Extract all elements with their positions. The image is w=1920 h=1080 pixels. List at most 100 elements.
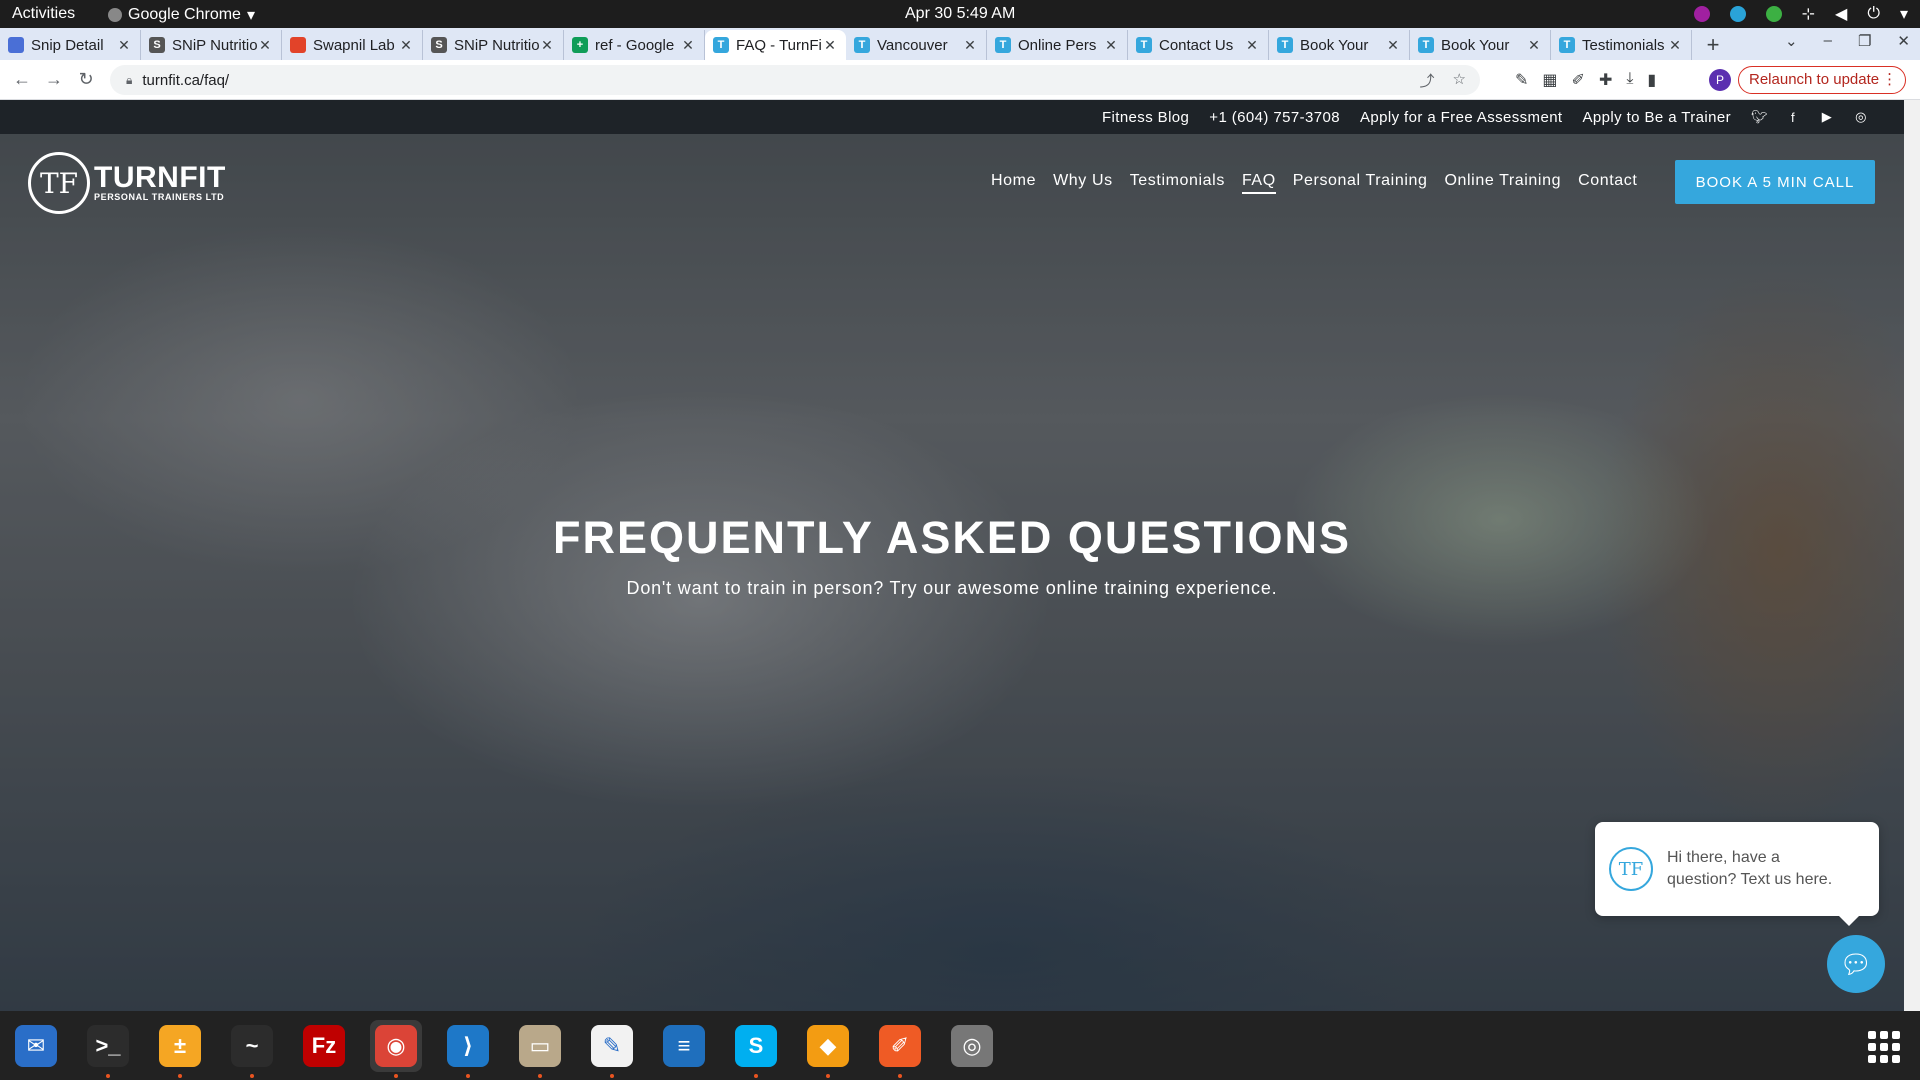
site-logo[interactable]: TF TURNFIT PERSONAL TRAINERS LTD [28, 152, 226, 214]
tab-favicon-icon: T [1136, 37, 1152, 53]
close-icon[interactable]: ✕ [116, 37, 132, 54]
lock-icon[interactable]: 🔒︎ [126, 73, 132, 88]
browser-tab[interactable]: T Testimonials ✕ [1551, 30, 1692, 60]
tab-title: Book Your [1300, 36, 1369, 54]
util-link-phone[interactable]: +1 (604) 757-3708 [1209, 109, 1340, 126]
browser-tab[interactable]: Swapnil Lab ✕ [282, 30, 423, 60]
social-links: 🐦︎ f ▶ ◎ [1751, 109, 1869, 125]
tab-search-icon[interactable]: ⌄ [1785, 32, 1798, 50]
system-tray[interactable]: ⊹ ◀ ⏻ ▾ [1693, 4, 1908, 24]
close-icon[interactable]: ✕ [1667, 37, 1683, 54]
util-link-blog[interactable]: Fitness Blog [1102, 109, 1189, 126]
vscode-icon[interactable]: ⟩ [442, 1020, 494, 1078]
util-link-apply-trainer[interactable]: Apply to Be a Trainer [1583, 109, 1731, 126]
restore-icon[interactable]: ❐ [1858, 32, 1871, 50]
close-icon[interactable]: ✕ [822, 37, 838, 54]
minimize-icon[interactable]: – [1824, 32, 1832, 50]
chat-open-button[interactable]: 💬︎ [1827, 935, 1885, 993]
browser-tab[interactable]: T Vancouver ✕ [846, 30, 987, 60]
profile-avatar[interactable]: P [1709, 69, 1731, 91]
close-icon[interactable]: ✕ [1526, 37, 1542, 54]
close-icon[interactable]: ✕ [398, 37, 414, 54]
clock[interactable]: Apr 30 5:49 AM [905, 5, 1015, 23]
skype-icon[interactable]: S [730, 1020, 782, 1078]
new-tab-icon[interactable]: + [1698, 30, 1728, 60]
util-link-assessment[interactable]: Apply for a Free Assessment [1360, 109, 1563, 126]
web-page: Fitness Blog +1 (604) 757-3708 Apply for… [0, 100, 1904, 1011]
tray-app-icon[interactable] [1693, 6, 1710, 22]
text-editor-icon[interactable]: ✎ [586, 1020, 638, 1078]
close-icon[interactable]: ✕ [1103, 37, 1119, 54]
browser-tab[interactable]: T Book Your ✕ [1410, 30, 1551, 60]
power-icon[interactable]: ⏻ [1867, 5, 1880, 23]
side-panel-icon[interactable]: ▮ [1647, 70, 1656, 90]
files-icon[interactable]: ▭ [514, 1020, 566, 1078]
facebook-icon[interactable]: f [1785, 110, 1801, 125]
calendar-extension-icon[interactable]: ▦ [1542, 70, 1557, 90]
nav-item-online-training[interactable]: Online Training [1444, 172, 1561, 194]
page-scrollbar[interactable] [1904, 100, 1920, 1011]
chevron-down-icon[interactable]: ▾ [1900, 4, 1908, 24]
extensions-puzzle-icon[interactable]: ✚ [1599, 70, 1612, 90]
twitter-icon[interactable]: 🐦︎ [1751, 109, 1768, 125]
download-icon[interactable]: ⤓ [1626, 70, 1633, 90]
nav-item-faq[interactable]: FAQ [1241, 172, 1276, 194]
eyedropper-icon[interactable]: ✎ [1515, 70, 1528, 90]
browser-tab[interactable]: Snip Detail ✕ [0, 30, 141, 60]
browser-tab[interactable]: T Contact Us ✕ [1128, 30, 1269, 60]
close-window-icon[interactable]: ✕ [1897, 32, 1910, 50]
calculator-icon[interactable]: ± [154, 1020, 206, 1078]
url-field[interactable]: 🔒︎ turnfit.ca/faq/ ⤴ ☆ [110, 65, 1480, 95]
close-icon[interactable]: ✕ [257, 37, 273, 54]
forward-icon[interactable]: → [38, 69, 70, 90]
tray-app-icon[interactable] [1729, 6, 1746, 22]
extensions-row: ✎ ▦ ✐ ✚ ⤓ ▮ [1515, 70, 1656, 90]
close-icon[interactable]: ✕ [539, 37, 555, 54]
tab-favicon-icon: T [995, 37, 1011, 53]
book-call-button[interactable]: BOOK A 5 MIN CALL [1675, 160, 1875, 204]
url-text[interactable]: turnfit.ca/faq/ [142, 72, 229, 89]
nav-item-testimonials[interactable]: Testimonials [1130, 172, 1225, 194]
network-icon[interactable]: ⊹ [1802, 4, 1815, 24]
youtube-icon[interactable]: ▶ [1819, 109, 1835, 125]
browser-tab[interactable]: T Online Pers ✕ [987, 30, 1128, 60]
browser-tab[interactable]: T Book Your ✕ [1269, 30, 1410, 60]
reload-icon[interactable]: ↻ [70, 69, 102, 90]
thunderbird-icon[interactable]: ✉ [10, 1020, 62, 1072]
close-icon[interactable]: ✕ [1244, 37, 1260, 54]
volume-icon[interactable]: ◀ [1835, 4, 1847, 24]
pen-extension-icon[interactable]: ✐ [1572, 70, 1585, 90]
back-icon[interactable]: ← [6, 69, 38, 90]
browser-tab[interactable]: S SNiP Nutrition ✕ [423, 30, 564, 60]
browser-tab[interactable]: T FAQ - TurnFit ✕ [705, 30, 846, 60]
disk-icon[interactable]: ◎ [946, 1020, 998, 1072]
show-apps-icon[interactable] [1868, 1031, 1900, 1063]
nav-item-home[interactable]: Home [991, 172, 1036, 194]
terminal-icon[interactable]: >_ [82, 1020, 134, 1078]
tray-app-icon[interactable] [1765, 6, 1782, 22]
chrome-icon[interactable]: ◉ [370, 1019, 422, 1078]
tab-favicon-icon: T [713, 37, 729, 53]
close-icon[interactable]: ✕ [1385, 37, 1401, 54]
browser-tab[interactable]: S SNiP Nutrition ✕ [141, 30, 282, 60]
instagram-icon[interactable]: ◎ [1853, 109, 1869, 125]
hotspot-icon[interactable]: ◆ [802, 1020, 854, 1078]
chat-prompt-bubble[interactable]: TF Hi there, have a question? Text us he… [1595, 822, 1879, 926]
app-menu[interactable]: Google Chrome ▾ [108, 5, 255, 25]
close-icon[interactable]: ✕ [680, 37, 696, 54]
relaunch-button[interactable]: Relaunch to update ⋮ [1738, 66, 1907, 94]
nav-item-why-us[interactable]: Why Us [1053, 172, 1113, 194]
filezilla-icon[interactable]: Fz [298, 1020, 350, 1072]
libreoffice-writer-icon[interactable]: ≡ [658, 1020, 710, 1072]
nav-item-contact[interactable]: Contact [1578, 172, 1637, 194]
share-icon[interactable]: ⤴ [1420, 70, 1435, 91]
activities-button[interactable]: Activities [12, 5, 75, 23]
postman-icon[interactable]: ✐ [874, 1020, 926, 1078]
browser-tab[interactable]: + ref - Google ✕ [564, 30, 705, 60]
kebab-menu-icon[interactable]: ⋮ [1882, 67, 1897, 93]
bookmark-star-icon[interactable]: ☆ [1453, 70, 1466, 91]
nav-item-personal-training[interactable]: Personal Training [1293, 172, 1428, 194]
tab-favicon-icon: + [572, 37, 588, 53]
system-monitor-icon[interactable]: ~ [226, 1020, 278, 1078]
close-icon[interactable]: ✕ [962, 37, 978, 54]
